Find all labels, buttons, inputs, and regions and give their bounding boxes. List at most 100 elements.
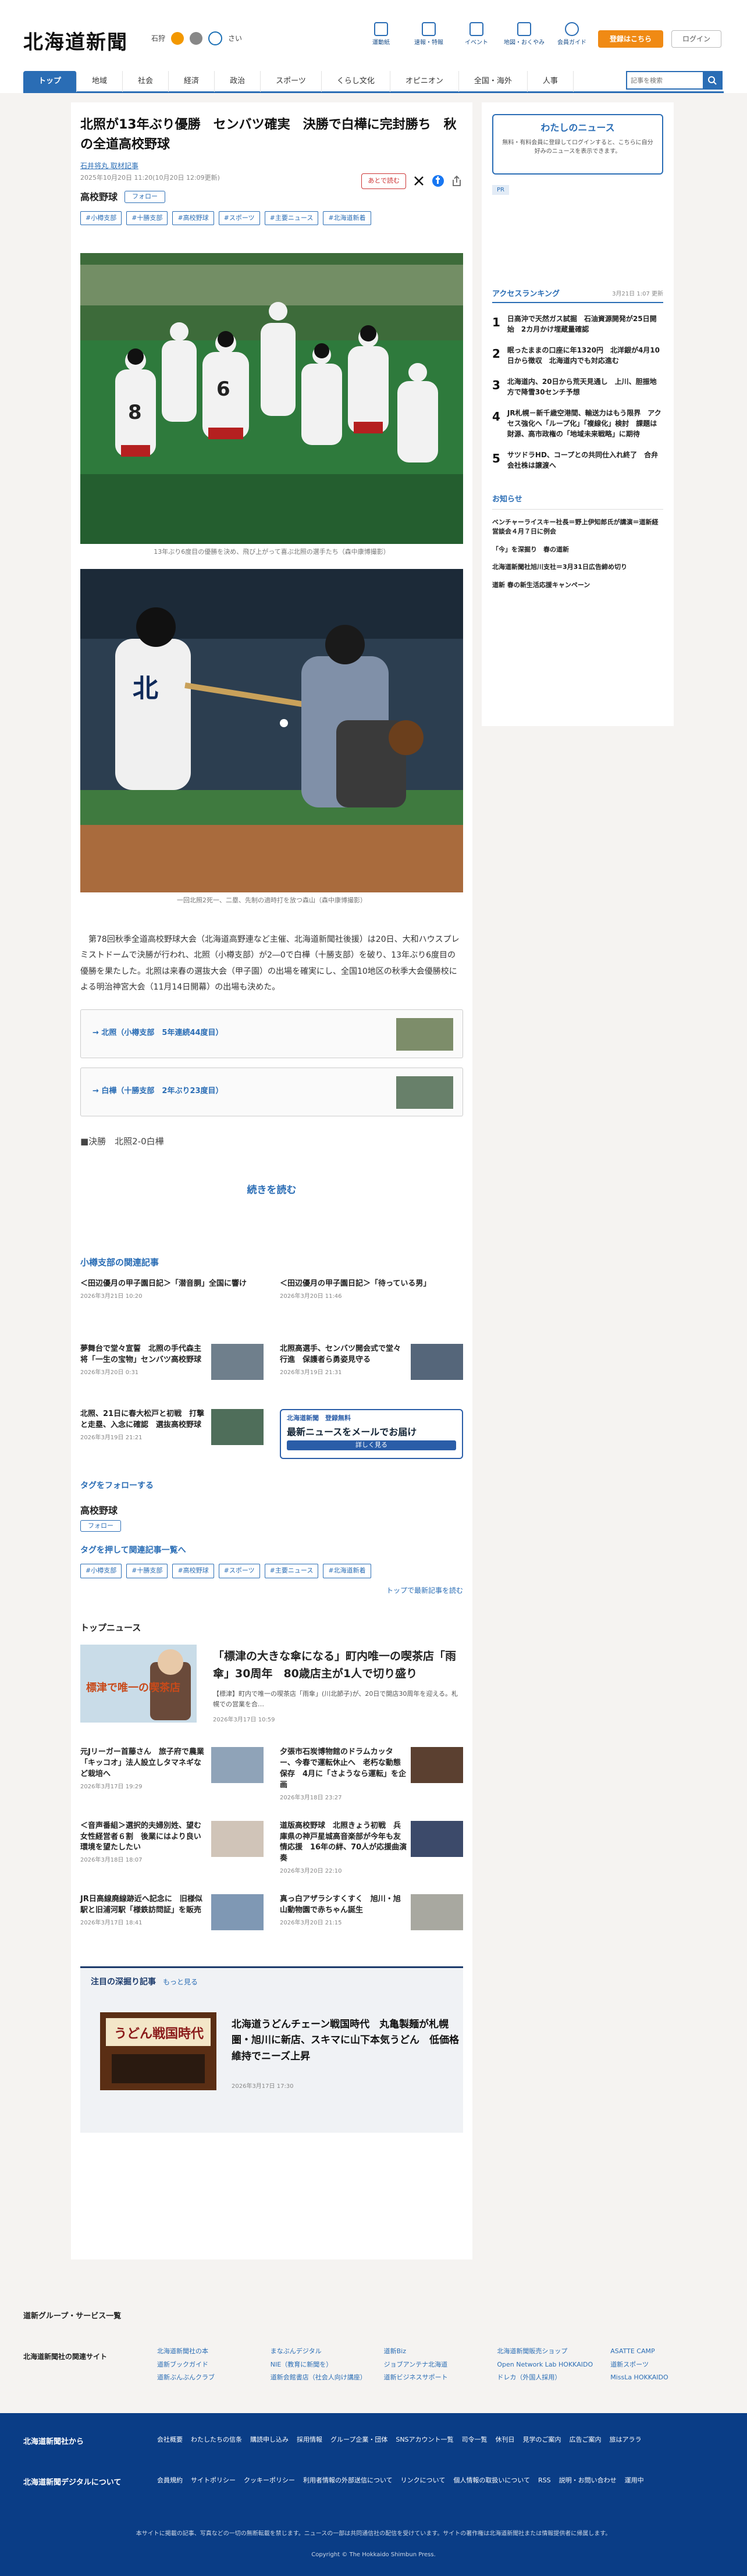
tool-paper[interactable]: 運動紙 <box>361 22 401 47</box>
tag-chip[interactable]: #北海道新着 <box>323 1564 371 1578</box>
login-button[interactable]: ログイン <box>671 30 721 48</box>
group-link[interactable]: まなぶんデジタル <box>271 2347 384 2357</box>
notice-item[interactable]: 「今」を深掘り 春の道新 <box>492 545 663 555</box>
tag-chip[interactable]: #高校野球 <box>172 1564 214 1578</box>
ranking-item[interactable]: 2 眠ったままの口座に年1320円 北洋銀が4月10日から徴収 北海道内でも対応進… <box>492 345 663 366</box>
tag-chip[interactable]: #主要ニュース <box>264 211 319 226</box>
footer-link[interactable]: 広告ご案内 <box>570 2435 602 2445</box>
footer-link[interactable]: 会社概要 <box>157 2435 183 2445</box>
tag-chip[interactable]: #十勝支部 <box>126 211 168 226</box>
mail-button[interactable]: 詳しく見る <box>287 1440 456 1450</box>
article-tag[interactable]: 高校野球 <box>80 190 118 204</box>
footer-link[interactable]: 個人情報の取扱いについて <box>453 2476 530 2486</box>
group-services-title[interactable]: 道新グループ・サービス一覧 <box>23 2311 121 2322</box>
group-link[interactable]: 道新ブックガイド <box>157 2360 271 2370</box>
footer-link[interactable]: グループ企業・団体 <box>330 2435 387 2445</box>
read-later-button[interactable]: あとで読む <box>361 173 406 189</box>
related-article[interactable]: ＜田辺優月の甲子園日記＞「潜音胴」全国に響け 2026年3月21日 10:20 <box>80 1279 264 1329</box>
feature-article[interactable]: 標津で唯一の喫茶店 「標津の大きな傘になる」町内唯一の喫茶店「雨傘」30周年 8… <box>80 1645 463 1726</box>
deep-image[interactable]: うどん戦国時代 <box>100 2012 216 2091</box>
tag-chip[interactable]: #北海道新着 <box>323 211 371 226</box>
related-article[interactable]: 夢舞台で堂々宣誓 北照の手代森主将「一生の宝物」センバツ高校野球 2026年3月2… <box>80 1343 264 1394</box>
footer-link[interactable]: 利用者情報の外部送信について <box>303 2476 393 2486</box>
tag-chip[interactable]: #小樽支部 <box>80 211 122 226</box>
nav-tab-sports[interactable]: スポーツ <box>261 71 322 92</box>
footer-link[interactable]: 説明・お問い合わせ <box>559 2476 617 2486</box>
group-link[interactable]: 道新スポーツ <box>610 2360 724 2370</box>
group-link[interactable]: 道新会館書店（社会人向け講座） <box>271 2373 384 2383</box>
tag-chip[interactable]: #高校野球 <box>172 211 214 226</box>
x-icon[interactable] <box>413 175 425 187</box>
group-link[interactable]: ドレカ（外国人採用） <box>497 2373 610 2383</box>
notice-item[interactable]: 北海道新聞社旭川支社＝3月31日広告締め切り <box>492 563 663 572</box>
group-link[interactable]: ジョブアンテナ北海道 <box>384 2360 497 2370</box>
footer-link[interactable]: 休刊日 <box>496 2435 515 2445</box>
group-link[interactable]: NIE（教育に新聞を） <box>271 2360 384 2370</box>
search-button[interactable] <box>703 72 721 88</box>
tag-chip[interactable]: #スポーツ <box>218 1564 260 1578</box>
footer-link[interactable]: 見学のご案内 <box>523 2435 561 2445</box>
group-link[interactable]: Open Network Lab HOKKAIDO <box>497 2360 610 2370</box>
footer-link[interactable]: 会員規約 <box>157 2476 183 2486</box>
top-article[interactable]: ＜音声番組＞選択的夫婦別姓、望む女性経営者６割 後業にはより良い環境を望たしたい… <box>80 1820 264 1876</box>
ranking-item[interactable]: 3 北海道内、20日から荒天見通し 上川、胆振地方で降雪30センチ予想 <box>492 376 663 397</box>
group-link[interactable]: 道新ぶんぶんクラブ <box>157 2373 271 2383</box>
group-link[interactable]: ASATTE CAMP <box>610 2347 724 2357</box>
tag-chip[interactable]: #スポーツ <box>218 211 260 226</box>
footer-link[interactable]: 運用中 <box>625 2476 644 2486</box>
read-more-button[interactable]: 続きを読む <box>80 1183 463 1198</box>
deep-more-link[interactable]: もっと見る <box>163 1978 198 1986</box>
facebook-icon[interactable] <box>432 175 444 187</box>
related-article[interactable]: 北照、21日に春大松戸と初戦 打撃と走塁、入念に確認 選抜高校野球 2026年3月… <box>80 1408 264 1459</box>
mail-newsletter-banner[interactable]: 北海道新聞 登録無料 最新ニュースをメールでお届け 詳しく見る <box>280 1408 463 1459</box>
nav-tab-opinion[interactable]: オピニオン <box>390 71 459 92</box>
top-article[interactable]: 元Jリーガー首藤さん 旅子府で農業「キッコオ」法人設立しタマネギなど栽培へ 202… <box>80 1747 264 1802</box>
team-link-hokusho[interactable]: → 北照（小樽支部 5年連続44度目） <box>80 1009 463 1059</box>
my-news-box[interactable]: わたしのニュース 無料・有料会員に登録してログインすると、こちらに自分好みのニュ… <box>492 114 663 175</box>
footer-link[interactable]: 購読申し込み <box>250 2435 289 2445</box>
top-article[interactable]: 真っ白アザラシすくすく 旭川・旭山動物園で赤ちゃん誕生 2026年3月20日 21… <box>280 1894 463 1944</box>
group-link[interactable]: 道新Biz <box>384 2347 497 2357</box>
footer-link[interactable]: リンクについて <box>401 2476 446 2486</box>
footer-link[interactable]: 司令一覧 <box>462 2435 488 2445</box>
top-article[interactable]: 道版高校野球 北照きょう初戦 兵庫県の神戸星城高音楽部が今年も友情応援 16年の… <box>280 1820 463 1876</box>
tag-follow-name[interactable]: 高校野球 <box>80 1504 463 1518</box>
ranking-item[interactable]: 5 サツドラHD、コープとの共同仕入れ終了 合弁会社株は譲渡へ <box>492 450 663 471</box>
nav-tab-economy[interactable]: 経済 <box>169 71 215 92</box>
top-article[interactable]: 夕張市石炭博物館のドラムカッター、今春で運転休止へ 老朽な動態保存 4月に「さよ… <box>280 1747 463 1802</box>
top-article[interactable]: JR日高線廃線跡近へ記念に 旧様似駅と旧浦河駅「様鉄訪問証」を販売 2026年3月… <box>80 1894 264 1944</box>
nav-tab-people[interactable]: 人事 <box>528 71 574 92</box>
nav-tab-top[interactable]: トップ <box>23 71 77 92</box>
nav-tab-region[interactable]: 地域 <box>77 71 123 92</box>
footer-link[interactable]: 採用情報 <box>297 2435 322 2445</box>
nav-tab-world[interactable]: 全国・海外 <box>459 71 528 92</box>
footer-link[interactable]: わたしたちの信条 <box>191 2435 242 2445</box>
follow-button[interactable]: フォロー <box>80 1520 121 1532</box>
weather-widget[interactable]: 石狩 さい <box>151 31 242 45</box>
group-link[interactable]: 北海道新聞社の本 <box>157 2347 271 2357</box>
group-link[interactable]: MissLa HOKKAIDO <box>610 2373 724 2383</box>
group-link[interactable]: 道新ビジネスサポート <box>384 2373 497 2383</box>
notice-item[interactable]: 道新 春の新生活応援キャンペーン <box>492 581 663 590</box>
tag-chip[interactable]: #十勝支部 <box>126 1564 168 1578</box>
tool-map[interactable]: 地図・おくやみ <box>504 22 545 47</box>
nav-tab-culture[interactable]: くらし文化 <box>322 71 390 92</box>
register-button[interactable]: 登録はこちら <box>598 30 663 48</box>
site-logo[interactable]: 北海道新聞 <box>23 28 128 58</box>
nav-tab-politics[interactable]: 政治 <box>215 71 261 92</box>
footer-link[interactable]: クッキーポリシー <box>244 2476 295 2486</box>
to-top-link[interactable]: トップで最新記事を読む <box>80 1585 463 1596</box>
tool-guide[interactable]: 会員ガイド <box>552 22 592 47</box>
related-article[interactable]: ＜田辺優月の甲子園日記＞「待っている男」 2026年3月20日 11:46 <box>280 1279 463 1329</box>
ranking-item[interactable]: 1 日高沖で天然ガス試掘 石油資源開発が25日開始 2カ月かけ埋蔵量確認 <box>492 314 663 335</box>
tool-breaking[interactable]: 速報・特報 <box>408 22 449 47</box>
tag-chip[interactable]: #主要ニュース <box>264 1564 319 1578</box>
nav-tab-society[interactable]: 社会 <box>123 71 169 92</box>
footer-link[interactable]: 旅はアララ <box>610 2435 642 2445</box>
footer-link[interactable]: SNSアカウント一覧 <box>396 2435 453 2445</box>
related-article[interactable]: 北照高選手、センバツ開会式で堂々行進 保護者ら勇姿見守る 2026年3月19日 2… <box>280 1343 463 1394</box>
tool-event[interactable]: イベント <box>456 22 497 47</box>
footer-link[interactable]: RSS <box>538 2476 551 2486</box>
tag-chip[interactable]: #小樽支部 <box>80 1564 122 1578</box>
share-icon[interactable] <box>451 175 462 187</box>
